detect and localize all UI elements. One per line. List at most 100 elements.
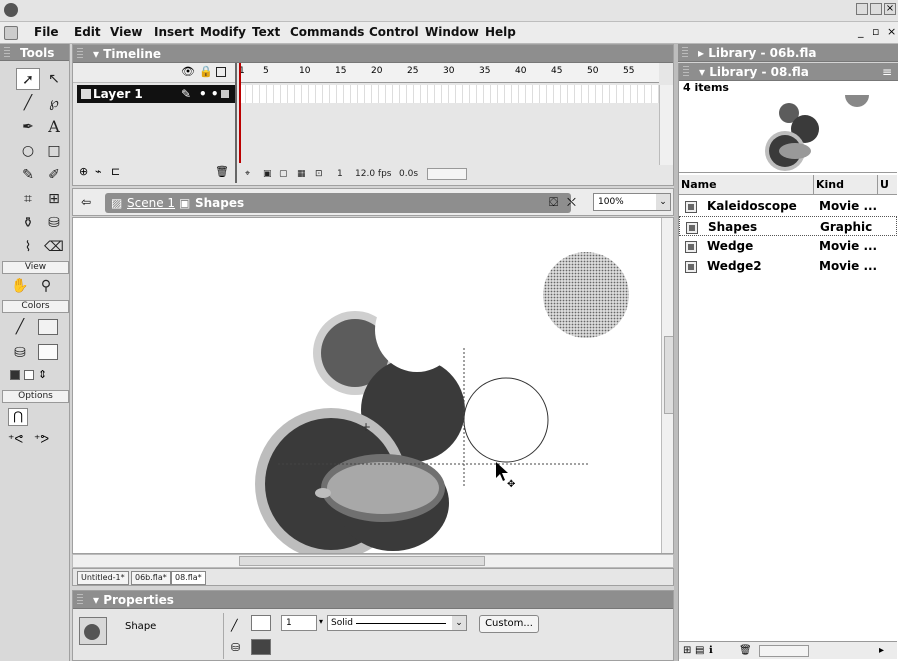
- library-item-kaleidoscope[interactable]: Kaleidoscope Movie ...: [679, 196, 897, 216]
- library-item-shapes[interactable]: Shapes Graphic: [679, 216, 897, 236]
- delete-layer-icon[interactable]: 🗑: [215, 165, 229, 178]
- fill-color-icon[interactable]: ⛁: [8, 342, 32, 364]
- onion-outline-icon[interactable]: ▢: [279, 165, 288, 183]
- show-hide-eye-icon[interactable]: 👁: [181, 65, 195, 78]
- add-guide-icon[interactable]: ⌁: [95, 165, 102, 178]
- straighten-icon[interactable]: ⁺ᕗ: [34, 432, 49, 446]
- scroll-right-icon[interactable]: ▸: [879, 642, 884, 660]
- layer-divider[interactable]: [235, 63, 237, 183]
- selected-outline-circle[interactable]: [463, 377, 549, 463]
- outline-icon[interactable]: [216, 67, 226, 77]
- playhead[interactable]: [239, 63, 241, 163]
- rectangle-tool-icon[interactable]: □: [42, 140, 66, 162]
- center-frame-icon[interactable]: ⌖: [245, 165, 250, 183]
- add-layer-icon[interactable]: ⊕: [79, 165, 88, 178]
- gray-ellipse[interactable]: [327, 462, 439, 514]
- column-name[interactable]: Name: [681, 175, 717, 195]
- zoom-tool-icon[interactable]: ⚲: [34, 275, 58, 297]
- ink-bottle-tool-icon[interactable]: ⚱: [16, 212, 40, 234]
- fill-color-swatch[interactable]: [38, 344, 58, 360]
- paint-bucket-tool-icon[interactable]: ⛁: [42, 212, 66, 234]
- edit-scene-icon[interactable]: ⛋: [549, 195, 558, 210]
- doc-close-button[interactable]: ×: [887, 25, 896, 38]
- menu-window[interactable]: Window: [425, 25, 479, 39]
- library-item-wedge[interactable]: Wedge Movie ...: [679, 236, 897, 256]
- menu-commands[interactable]: Commands: [290, 25, 364, 39]
- lasso-tool-icon[interactable]: ℘: [42, 92, 66, 114]
- stage-vscroll[interactable]: [661, 218, 673, 553]
- pen-tool-icon[interactable]: ✒: [16, 116, 40, 138]
- layer-row[interactable]: Layer 1 ✎ • •: [77, 85, 235, 103]
- menu-modify[interactable]: Modify: [200, 25, 246, 39]
- line-tool-icon[interactable]: ╱: [16, 92, 40, 114]
- timeline-header[interactable]: ▾ Timeline: [73, 45, 673, 63]
- tab-08[interactable]: 08.fla*: [171, 571, 206, 585]
- column-kind[interactable]: Kind: [813, 175, 844, 195]
- new-folder-icon[interactable]: ▤: [695, 642, 704, 660]
- custom-button[interactable]: Custom...: [479, 615, 539, 633]
- subselect-tool-icon[interactable]: ↖: [42, 68, 66, 90]
- stroke-height-stepper[interactable]: ▾: [319, 617, 323, 626]
- menu-view[interactable]: View: [110, 25, 142, 39]
- text-tool-icon[interactable]: A: [42, 116, 66, 138]
- free-transform-tool-icon[interactable]: ⌗: [16, 188, 40, 210]
- onion-skin-icon[interactable]: ▣: [263, 165, 272, 183]
- library-06b-header[interactable]: ▸ Library - 06b.fla: [678, 44, 898, 62]
- minimize-window-button[interactable]: [856, 3, 868, 15]
- stage-hscroll-thumb[interactable]: [239, 556, 485, 566]
- stroke-height-field[interactable]: 1: [281, 615, 317, 631]
- menu-insert[interactable]: Insert: [154, 25, 194, 39]
- menu-help[interactable]: Help: [485, 25, 516, 39]
- edit-symbols-icon[interactable]: ⛌: [567, 195, 576, 210]
- delete-item-icon[interactable]: 🗑: [739, 642, 752, 660]
- eyedropper-tool-icon[interactable]: ⌇: [16, 236, 40, 258]
- doc-minimize-button[interactable]: _: [858, 25, 864, 38]
- onion-markers-icon[interactable]: ⊡: [315, 165, 323, 183]
- doc-restore-button[interactable]: ▫: [872, 25, 879, 38]
- no-color-button[interactable]: [24, 370, 34, 380]
- properties-header[interactable]: ▾ Properties: [73, 591, 673, 609]
- oval-tool-icon[interactable]: ○: [16, 140, 40, 162]
- library-item-wedge2[interactable]: Wedge2 Movie ...: [679, 256, 897, 276]
- stage-area[interactable]: + ✥: [72, 217, 674, 554]
- stroke-color-box[interactable]: [251, 615, 271, 631]
- library-08-header[interactable]: ▾ Library - 08.fla ≡: [679, 63, 898, 81]
- swap-colors-button[interactable]: ⇕: [38, 368, 47, 381]
- scene-link[interactable]: Scene 1: [127, 193, 175, 213]
- edit-multiple-icon[interactable]: ▦: [297, 165, 306, 183]
- fill-color-box[interactable]: [251, 639, 271, 655]
- close-window-button[interactable]: ×: [884, 3, 896, 15]
- frame-cells[interactable]: [239, 85, 659, 103]
- timeline-hscroll[interactable]: [427, 168, 467, 180]
- hand-tool-icon[interactable]: ✋: [8, 275, 32, 297]
- pencil-tool-icon[interactable]: ✎: [16, 164, 40, 186]
- arrow-tool-icon[interactable]: ➚: [16, 68, 40, 90]
- zoom-select[interactable]: 100% ⌄: [593, 193, 671, 211]
- brush-tool-icon[interactable]: ✐: [42, 164, 66, 186]
- column-use[interactable]: U: [877, 175, 889, 195]
- maximize-window-button[interactable]: [870, 3, 882, 15]
- properties-info-icon[interactable]: ℹ: [709, 642, 713, 660]
- lock-icon[interactable]: 🔒: [199, 65, 213, 78]
- stroke-color-icon[interactable]: ╱: [8, 316, 32, 338]
- menu-file[interactable]: File: [34, 25, 59, 39]
- add-folder-icon[interactable]: ⊏: [111, 165, 120, 178]
- timeline-vscroll[interactable]: [659, 85, 673, 165]
- snap-magnet-icon[interactable]: ⋂: [8, 408, 28, 426]
- default-colors-button[interactable]: [10, 370, 20, 380]
- menu-control[interactable]: Control: [369, 25, 419, 39]
- stage-vscroll-thumb[interactable]: [664, 336, 673, 414]
- smooth-icon[interactable]: ⁺ᕙ: [8, 432, 23, 446]
- fill-transform-tool-icon[interactable]: ⊞: [42, 188, 66, 210]
- tools-panel-header[interactable]: Tools: [0, 44, 69, 61]
- stroke-style-select[interactable]: Solid ⌄: [327, 615, 467, 631]
- stroke-color-swatch[interactable]: [38, 319, 58, 335]
- panel-options-icon[interactable]: ≡: [882, 63, 892, 81]
- menu-text[interactable]: Text: [252, 25, 280, 39]
- dotted-circle[interactable]: [543, 252, 629, 338]
- eraser-tool-icon[interactable]: ⌫: [42, 236, 66, 258]
- menu-edit[interactable]: Edit: [74, 25, 101, 39]
- new-symbol-icon[interactable]: ⊞: [683, 642, 691, 660]
- tab-untitled[interactable]: Untitled-1*: [77, 571, 129, 585]
- stage-hscroll[interactable]: [72, 554, 674, 568]
